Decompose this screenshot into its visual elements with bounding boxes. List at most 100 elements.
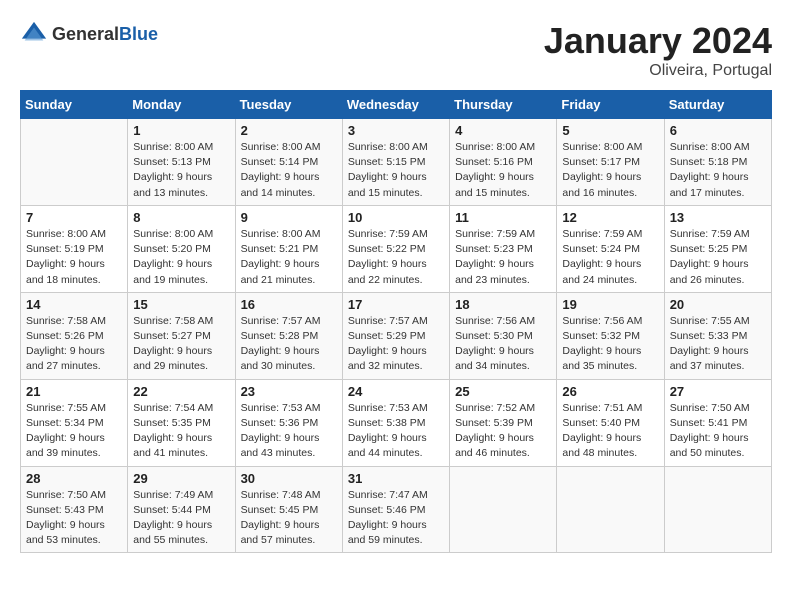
day-info: Sunrise: 8:00 AMSunset: 5:21 PMDaylight:…: [241, 227, 337, 288]
logo-general: General: [52, 24, 119, 44]
day-number: 14: [26, 297, 122, 312]
calendar-cell-w0-d3: 3 Sunrise: 8:00 AMSunset: 5:15 PMDayligh…: [342, 119, 449, 206]
calendar-cell-w2-d5: 19 Sunrise: 7:56 AMSunset: 5:32 PMDaylig…: [557, 292, 664, 379]
day-info: Sunrise: 7:55 AMSunset: 5:33 PMDaylight:…: [670, 314, 766, 375]
calendar-cell-w1-d5: 12 Sunrise: 7:59 AMSunset: 5:24 PMDaylig…: [557, 205, 664, 292]
logo-blue: Blue: [119, 24, 158, 44]
day-info: Sunrise: 7:56 AMSunset: 5:32 PMDaylight:…: [562, 314, 658, 375]
header-tuesday: Tuesday: [235, 91, 342, 119]
title-section: January 2024 Oliveira, Portugal: [544, 20, 772, 80]
calendar-table: Sunday Monday Tuesday Wednesday Thursday…: [20, 90, 772, 553]
calendar-cell-w2-d4: 18 Sunrise: 7:56 AMSunset: 5:30 PMDaylig…: [450, 292, 557, 379]
day-number: 18: [455, 297, 551, 312]
day-number: 2: [241, 123, 337, 138]
header-wednesday: Wednesday: [342, 91, 449, 119]
calendar-cell-w1-d1: 8 Sunrise: 8:00 AMSunset: 5:20 PMDayligh…: [128, 205, 235, 292]
day-number: 1: [133, 123, 229, 138]
page-header: GeneralBlue January 2024 Oliveira, Portu…: [20, 20, 772, 80]
calendar-cell-w2-d2: 16 Sunrise: 7:57 AMSunset: 5:28 PMDaylig…: [235, 292, 342, 379]
calendar-cell-w3-d4: 25 Sunrise: 7:52 AMSunset: 5:39 PMDaylig…: [450, 379, 557, 466]
calendar-cell-w2-d1: 15 Sunrise: 7:58 AMSunset: 5:27 PMDaylig…: [128, 292, 235, 379]
day-number: 26: [562, 384, 658, 399]
calendar-cell-w4-d4: [450, 466, 557, 553]
day-info: Sunrise: 7:52 AMSunset: 5:39 PMDaylight:…: [455, 401, 551, 462]
calendar-cell-w0-d5: 5 Sunrise: 8:00 AMSunset: 5:17 PMDayligh…: [557, 119, 664, 206]
day-info: Sunrise: 7:55 AMSunset: 5:34 PMDaylight:…: [26, 401, 122, 462]
calendar-cell-w4-d2: 30 Sunrise: 7:48 AMSunset: 5:45 PMDaylig…: [235, 466, 342, 553]
calendar-body: 1 Sunrise: 8:00 AMSunset: 5:13 PMDayligh…: [21, 119, 772, 553]
calendar-cell-w1-d3: 10 Sunrise: 7:59 AMSunset: 5:22 PMDaylig…: [342, 205, 449, 292]
day-info: Sunrise: 8:00 AMSunset: 5:13 PMDaylight:…: [133, 140, 229, 201]
day-number: 22: [133, 384, 229, 399]
calendar-cell-w3-d2: 23 Sunrise: 7:53 AMSunset: 5:36 PMDaylig…: [235, 379, 342, 466]
calendar-cell-w1-d4: 11 Sunrise: 7:59 AMSunset: 5:23 PMDaylig…: [450, 205, 557, 292]
calendar-cell-w4-d6: [664, 466, 771, 553]
day-number: 16: [241, 297, 337, 312]
day-info: Sunrise: 7:50 AMSunset: 5:43 PMDaylight:…: [26, 488, 122, 549]
logo: GeneralBlue: [20, 20, 158, 48]
day-info: Sunrise: 7:53 AMSunset: 5:38 PMDaylight:…: [348, 401, 444, 462]
day-info: Sunrise: 7:58 AMSunset: 5:27 PMDaylight:…: [133, 314, 229, 375]
calendar-cell-w0-d1: 1 Sunrise: 8:00 AMSunset: 5:13 PMDayligh…: [128, 119, 235, 206]
day-number: 13: [670, 210, 766, 225]
day-number: 9: [241, 210, 337, 225]
day-info: Sunrise: 7:47 AMSunset: 5:46 PMDaylight:…: [348, 488, 444, 549]
day-info: Sunrise: 8:00 AMSunset: 5:18 PMDaylight:…: [670, 140, 766, 201]
day-info: Sunrise: 8:00 AMSunset: 5:17 PMDaylight:…: [562, 140, 658, 201]
calendar-cell-w3-d5: 26 Sunrise: 7:51 AMSunset: 5:40 PMDaylig…: [557, 379, 664, 466]
day-info: Sunrise: 7:53 AMSunset: 5:36 PMDaylight:…: [241, 401, 337, 462]
day-number: 3: [348, 123, 444, 138]
day-info: Sunrise: 7:49 AMSunset: 5:44 PMDaylight:…: [133, 488, 229, 549]
day-info: Sunrise: 7:59 AMSunset: 5:22 PMDaylight:…: [348, 227, 444, 288]
day-info: Sunrise: 8:00 AMSunset: 5:19 PMDaylight:…: [26, 227, 122, 288]
calendar-cell-w0-d0: [21, 119, 128, 206]
calendar-cell-w2-d6: 20 Sunrise: 7:55 AMSunset: 5:33 PMDaylig…: [664, 292, 771, 379]
day-info: Sunrise: 7:50 AMSunset: 5:41 PMDaylight:…: [670, 401, 766, 462]
day-info: Sunrise: 7:51 AMSunset: 5:40 PMDaylight:…: [562, 401, 658, 462]
day-number: 11: [455, 210, 551, 225]
logo-icon: [20, 20, 48, 48]
day-number: 27: [670, 384, 766, 399]
day-info: Sunrise: 8:00 AMSunset: 5:20 PMDaylight:…: [133, 227, 229, 288]
calendar-week-0: 1 Sunrise: 8:00 AMSunset: 5:13 PMDayligh…: [21, 119, 772, 206]
calendar-header: Sunday Monday Tuesday Wednesday Thursday…: [21, 91, 772, 119]
day-number: 20: [670, 297, 766, 312]
day-info: Sunrise: 7:59 AMSunset: 5:23 PMDaylight:…: [455, 227, 551, 288]
calendar-cell-w2-d3: 17 Sunrise: 7:57 AMSunset: 5:29 PMDaylig…: [342, 292, 449, 379]
header-row: Sunday Monday Tuesday Wednesday Thursday…: [21, 91, 772, 119]
day-info: Sunrise: 7:48 AMSunset: 5:45 PMDaylight:…: [241, 488, 337, 549]
calendar-cell-w1-d0: 7 Sunrise: 8:00 AMSunset: 5:19 PMDayligh…: [21, 205, 128, 292]
day-number: 10: [348, 210, 444, 225]
location-title: Oliveira, Portugal: [544, 62, 772, 80]
day-info: Sunrise: 7:56 AMSunset: 5:30 PMDaylight:…: [455, 314, 551, 375]
day-number: 15: [133, 297, 229, 312]
header-sunday: Sunday: [21, 91, 128, 119]
day-number: 12: [562, 210, 658, 225]
day-number: 24: [348, 384, 444, 399]
day-info: Sunrise: 7:59 AMSunset: 5:25 PMDaylight:…: [670, 227, 766, 288]
calendar-cell-w4-d3: 31 Sunrise: 7:47 AMSunset: 5:46 PMDaylig…: [342, 466, 449, 553]
calendar-cell-w3-d3: 24 Sunrise: 7:53 AMSunset: 5:38 PMDaylig…: [342, 379, 449, 466]
calendar-week-1: 7 Sunrise: 8:00 AMSunset: 5:19 PMDayligh…: [21, 205, 772, 292]
day-number: 21: [26, 384, 122, 399]
calendar-cell-w0-d6: 6 Sunrise: 8:00 AMSunset: 5:18 PMDayligh…: [664, 119, 771, 206]
calendar-cell-w3-d0: 21 Sunrise: 7:55 AMSunset: 5:34 PMDaylig…: [21, 379, 128, 466]
month-title: January 2024: [544, 20, 772, 62]
day-info: Sunrise: 8:00 AMSunset: 5:14 PMDaylight:…: [241, 140, 337, 201]
day-info: Sunrise: 7:57 AMSunset: 5:29 PMDaylight:…: [348, 314, 444, 375]
day-number: 5: [562, 123, 658, 138]
day-number: 30: [241, 471, 337, 486]
day-number: 7: [26, 210, 122, 225]
header-thursday: Thursday: [450, 91, 557, 119]
calendar-cell-w3-d6: 27 Sunrise: 7:50 AMSunset: 5:41 PMDaylig…: [664, 379, 771, 466]
calendar-week-2: 14 Sunrise: 7:58 AMSunset: 5:26 PMDaylig…: [21, 292, 772, 379]
calendar-cell-w1-d2: 9 Sunrise: 8:00 AMSunset: 5:21 PMDayligh…: [235, 205, 342, 292]
day-number: 31: [348, 471, 444, 486]
calendar-cell-w0-d2: 2 Sunrise: 8:00 AMSunset: 5:14 PMDayligh…: [235, 119, 342, 206]
calendar-cell-w4-d1: 29 Sunrise: 7:49 AMSunset: 5:44 PMDaylig…: [128, 466, 235, 553]
day-number: 23: [241, 384, 337, 399]
header-saturday: Saturday: [664, 91, 771, 119]
calendar-cell-w4-d5: [557, 466, 664, 553]
day-info: Sunrise: 8:00 AMSunset: 5:15 PMDaylight:…: [348, 140, 444, 201]
day-info: Sunrise: 7:59 AMSunset: 5:24 PMDaylight:…: [562, 227, 658, 288]
